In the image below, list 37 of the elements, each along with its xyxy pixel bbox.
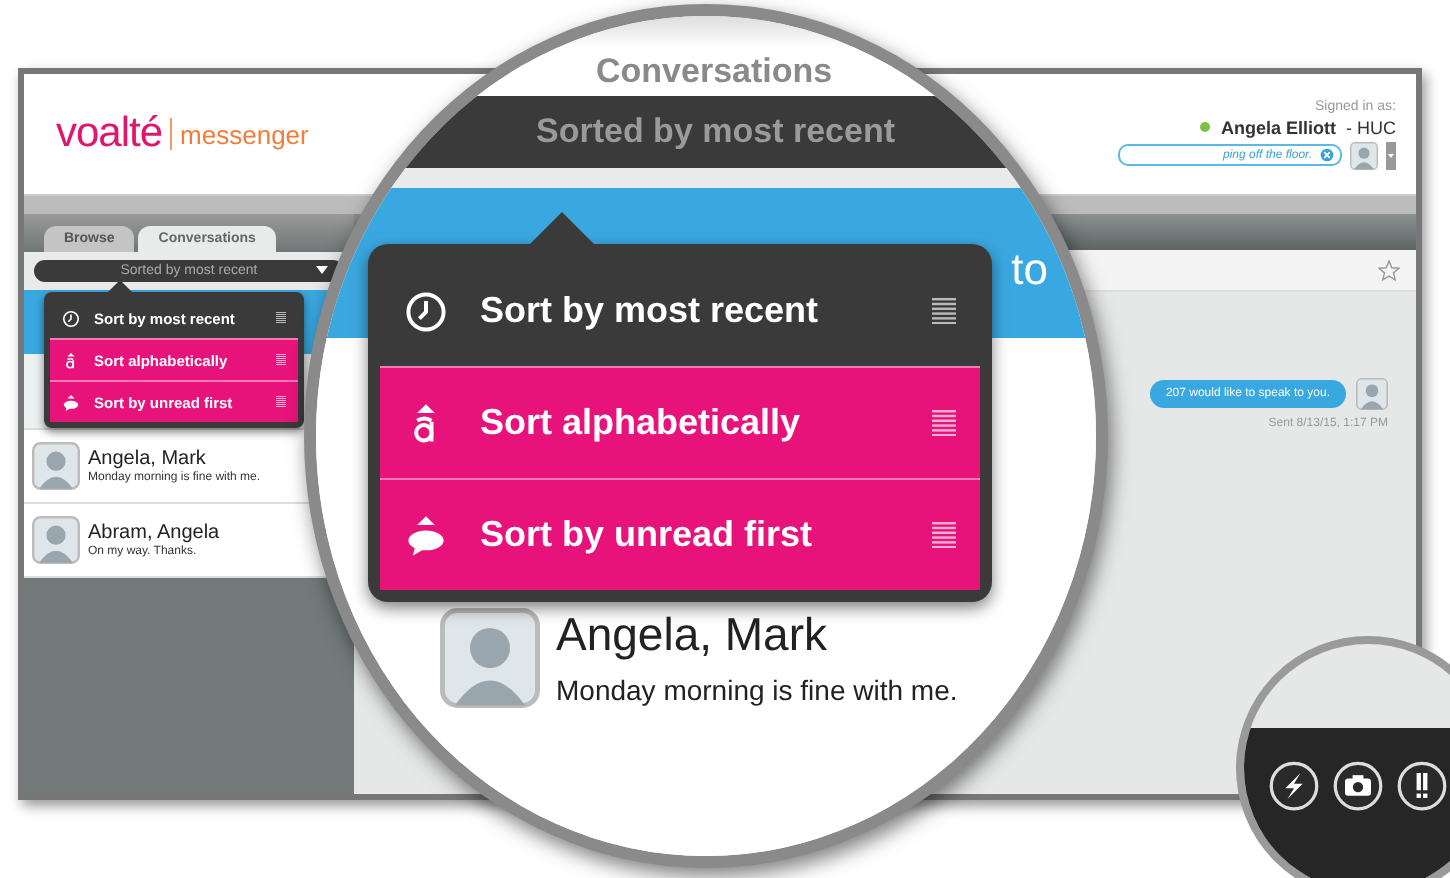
conversation-preview: Monday morning is fine with me. (556, 674, 958, 706)
avatar-photo (1356, 378, 1388, 410)
sort-option[interactable]: Sort alphabetically (380, 366, 980, 478)
lightning-icon[interactable] (1268, 760, 1320, 812)
sort-option[interactable]: Sort by unread first (380, 478, 980, 590)
drag-handle-icon[interactable] (932, 409, 956, 437)
header-text-fragment: to (1011, 244, 1048, 296)
conversations-tab[interactable]: Conversations (596, 52, 833, 96)
chat-bubble-icon (62, 393, 80, 411)
presence-dot (1200, 122, 1211, 132)
user-name: Angela Elliott (1220, 117, 1336, 137)
user-role: - HUC (1346, 117, 1396, 137)
avatar-photo (1350, 141, 1378, 169)
clock-icon (404, 289, 448, 333)
sort-dropdown-value[interactable]: Sorted by most recent (536, 112, 895, 152)
conversation-name: Angela, Mark (88, 448, 208, 470)
caret-icon (316, 266, 328, 276)
drag-handle-icon[interactable] (276, 312, 286, 324)
alert-icon[interactable] (1396, 760, 1448, 812)
star-icon[interactable] (1378, 259, 1400, 281)
drag-handle-icon[interactable] (276, 396, 286, 408)
avatar-photo (32, 516, 80, 564)
conversation-name: Abram, Angela (88, 522, 220, 544)
caret-icon[interactable] (1386, 141, 1396, 169)
sort-alphabet-icon (62, 351, 80, 369)
conversation-name: Angela, Mark (556, 608, 830, 662)
clock-icon (62, 309, 80, 327)
drag-handle-icon[interactable] (932, 297, 956, 325)
drag-handle-icon[interactable] (276, 354, 286, 366)
avatar-photo (440, 608, 540, 708)
avatar-photo (32, 442, 80, 490)
logo-wordmark: voalté (56, 110, 163, 158)
drag-handle-icon[interactable] (932, 521, 956, 549)
camera-icon[interactable] (1332, 760, 1384, 812)
product-name: messenger (180, 119, 309, 149)
clear-icon[interactable] (1320, 148, 1334, 162)
chat-bubble-icon (404, 513, 448, 557)
